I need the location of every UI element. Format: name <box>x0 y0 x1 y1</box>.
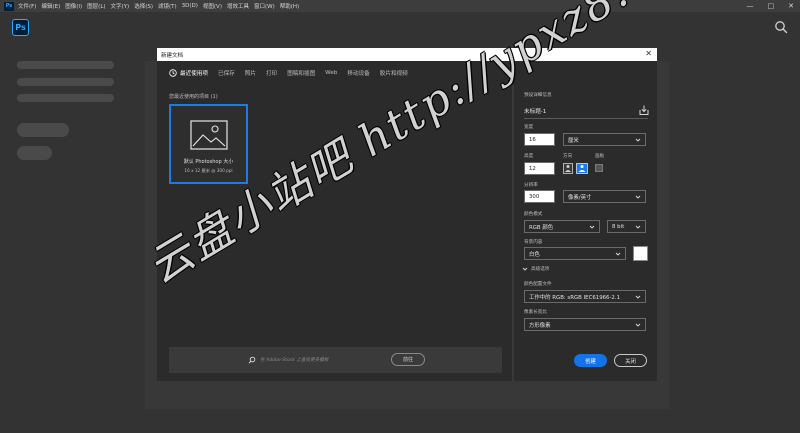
menu-view[interactable]: 视图(V) <box>203 2 222 10</box>
tab-film-video[interactable]: 胶片和视频 <box>380 69 408 77</box>
tab-recent[interactable]: 最近使用项 <box>169 69 208 77</box>
app-icon: Ps <box>4 1 14 11</box>
tab-print[interactable]: 打印 <box>266 69 277 77</box>
background-value: 白色 <box>529 251 540 258</box>
window-controls: — □ ✕ <box>747 0 795 12</box>
tab-mobile[interactable]: 移动设备 <box>347 69 369 77</box>
home-nav-placeholder-3 <box>17 94 114 102</box>
portrait-orientation-icon[interactable] <box>563 163 573 174</box>
advanced-options-toggle[interactable]: 高级选项 <box>522 266 549 272</box>
width-unit-dropdown[interactable]: 厘米 <box>563 133 646 146</box>
menu-image[interactable]: 图像(I) <box>65 2 82 10</box>
background-color-swatch[interactable] <box>633 246 648 261</box>
tab-recent-label: 最近使用项 <box>180 71 208 77</box>
color-profile-value: 工作中的 RGB: sRGB IEC61966-2.1 <box>529 294 620 301</box>
menu-edit[interactable]: 编辑(E) <box>41 2 60 10</box>
menu-plugins[interactable]: 增效工具 <box>227 2 249 10</box>
color-profile-dropdown[interactable]: 工作中的 RGB: sRGB IEC61966-2.1 <box>524 290 646 303</box>
height-label: 高度 <box>524 154 534 159</box>
artboard-checkbox[interactable] <box>595 164 603 172</box>
preset-dims: 16 x 12 厘米 @ 300 ppi <box>184 168 233 173</box>
pixel-aspect-label: 像素长宽比 <box>524 310 547 315</box>
home-nav-placeholder-2 <box>17 78 114 86</box>
artboard-label: 画板 <box>595 154 605 159</box>
menu-help[interactable]: 帮助(H) <box>280 2 299 10</box>
chevron-down-icon <box>635 225 641 229</box>
pixel-aspect-dropdown[interactable]: 方形像素 <box>524 318 646 331</box>
color-mode-value: RGB 颜色 <box>529 224 554 231</box>
advanced-options-label: 高级选项 <box>531 267 550 272</box>
width-label: 宽度 <box>524 125 534 130</box>
orientation-label: 方向 <box>563 154 573 159</box>
tab-photo[interactable]: 照片 <box>245 69 256 77</box>
chevron-down-icon <box>635 138 641 142</box>
chevron-down-icon <box>589 225 595 229</box>
height-input[interactable]: 12 <box>524 162 555 175</box>
minimize-button[interactable]: — <box>747 2 754 10</box>
menu-type[interactable]: 文字(Y) <box>111 2 130 10</box>
chevron-down-icon <box>635 195 641 199</box>
resolution-input[interactable]: 300 <box>524 190 555 203</box>
width-unit-value: 厘米 <box>568 137 579 144</box>
home-button-placeholder-2 <box>17 146 52 160</box>
bit-depth-value: 8 bit <box>612 223 625 230</box>
tab-web[interactable]: Web <box>325 70 337 76</box>
photoshop-logo: Ps <box>12 19 29 36</box>
tab-saved[interactable]: 已保存 <box>218 69 235 77</box>
chevron-down-icon <box>522 267 528 271</box>
preset-tabs: 最近使用项 已保存 照片 打印 图稿和插图 Web 移动设备 胶片和视频 <box>157 61 657 85</box>
close-window-button[interactable]: ✕ <box>788 2 794 10</box>
stock-go-button[interactable]: 前往 <box>391 353 425 366</box>
name-underline <box>524 118 648 119</box>
color-mode-label: 颜色模式 <box>524 212 543 217</box>
color-mode-dropdown[interactable]: RGB 颜色 <box>524 220 600 233</box>
preset-card-default[interactable]: 默认 Photoshop 大小 16 x 12 厘米 @ 300 ppi <box>169 104 248 184</box>
clock-icon <box>169 69 177 77</box>
details-header: 预设详细信息 <box>524 93 552 98</box>
stock-search-bar: 前往 <box>169 347 502 373</box>
maximize-button[interactable]: □ <box>768 2 775 10</box>
pixel-aspect-value: 方形像素 <box>529 322 551 329</box>
background-dropdown[interactable]: 白色 <box>524 247 626 260</box>
resolution-unit-dropdown[interactable]: 像素/英寸 <box>563 190 646 203</box>
menu-3d[interactable]: 3D(D) <box>182 3 198 9</box>
dialog-close-icon[interactable]: ✕ <box>645 49 652 58</box>
bit-depth-dropdown[interactable]: 8 bit <box>607 220 646 233</box>
landscape-orientation-icon[interactable] <box>576 163 588 174</box>
home-nav-placeholder-1 <box>17 61 114 69</box>
preset-details-panel <box>514 85 657 381</box>
close-button[interactable]: 关闭 <box>614 354 647 367</box>
search-icon <box>248 356 256 364</box>
recent-label: 您最近使用的项目 (1) <box>169 94 218 100</box>
create-button[interactable]: 创建 <box>574 354 607 367</box>
search-icon[interactable] <box>774 20 788 34</box>
chevron-down-icon <box>635 295 641 299</box>
image-placeholder-icon <box>190 120 228 150</box>
chevron-down-icon <box>615 252 621 256</box>
menu-filter[interactable]: 滤镜(T) <box>158 2 177 10</box>
dialog-titlebar: 新建文档 ✕ <box>157 48 657 61</box>
document-name[interactable]: 未标题-1 <box>524 107 546 115</box>
home-button-placeholder-1 <box>17 123 69 137</box>
menu-window[interactable]: 窗口(W) <box>254 2 275 10</box>
stock-search-input[interactable] <box>260 354 380 366</box>
save-preset-icon[interactable] <box>638 104 650 116</box>
width-input[interactable]: 16 <box>524 133 555 146</box>
resolution-unit-value: 像素/英寸 <box>568 194 592 201</box>
resolution-label: 分辨率 <box>524 183 538 188</box>
dialog-title: 新建文档 <box>161 52 184 59</box>
color-profile-label: 颜色配置文件 <box>524 282 552 287</box>
menu-file[interactable]: 文件(F) <box>18 2 36 10</box>
chevron-down-icon <box>635 323 641 327</box>
menu-select[interactable]: 选择(S) <box>134 2 153 10</box>
preset-name: 默认 Photoshop 大小 <box>183 159 234 165</box>
tab-art-illustration[interactable]: 图稿和插图 <box>287 69 315 77</box>
menu-layer[interactable]: 图层(L) <box>87 2 105 10</box>
background-label: 背景内容 <box>524 240 543 245</box>
menu-bar: Ps 文件(F) 编辑(E) 图像(I) 图层(L) 文字(Y) 选择(S) 滤… <box>0 0 800 12</box>
